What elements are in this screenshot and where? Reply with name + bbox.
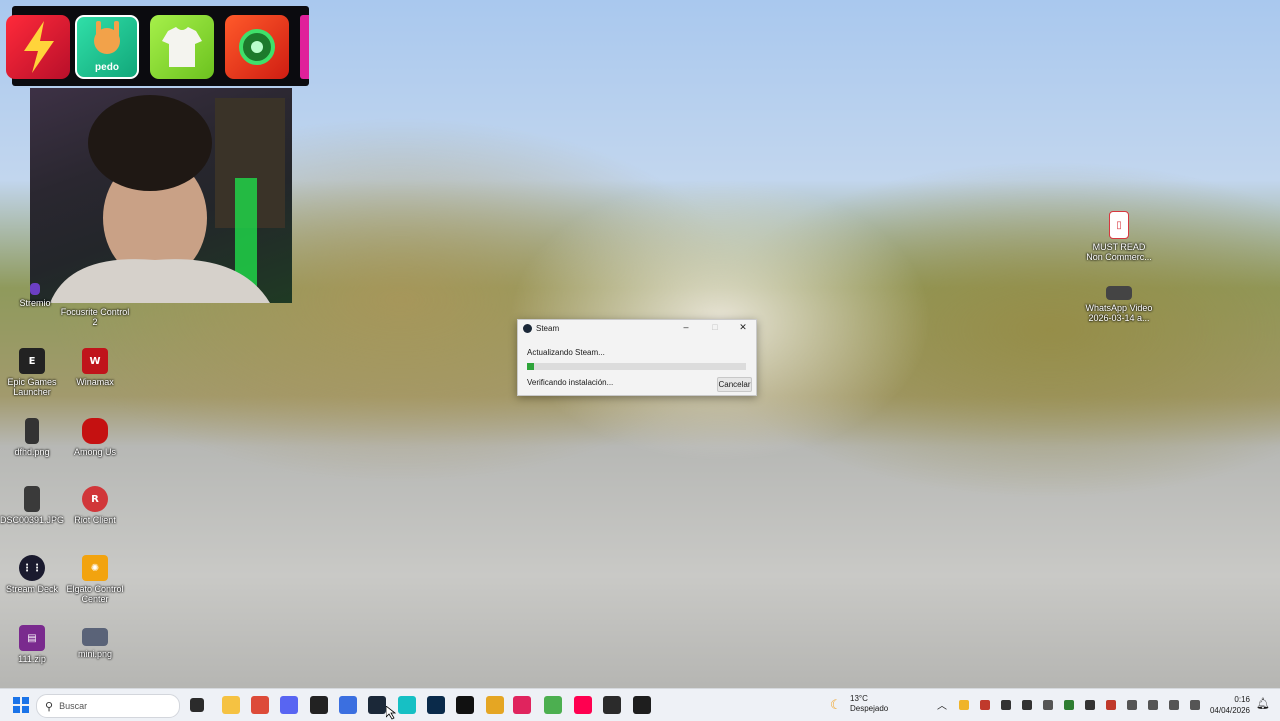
network-icon[interactable] (1127, 700, 1137, 710)
tray-app-icon[interactable] (1085, 700, 1095, 710)
volume-icon[interactable] (1190, 700, 1200, 710)
coin-icon[interactable] (486, 696, 504, 714)
security-icon[interactable] (1043, 700, 1053, 710)
taskbar: ⚲ Buscar ☾ 13°C Despejado ︿ 0:16 04/04/2… (0, 688, 1280, 721)
desktop-icon-mini-png[interactable]: mini.png (60, 628, 130, 659)
task-view-icon[interactable] (190, 698, 204, 712)
tile-label: pedo (95, 62, 119, 73)
desktop-icon-must-read[interactable]: ▯ MUST READ Non Commerc... (1084, 211, 1154, 262)
search-icon: ⚲ (45, 700, 54, 713)
epic-games-icon: E (19, 348, 45, 374)
dialog-title: Steam (536, 323, 560, 333)
green-orb-icon (225, 15, 289, 79)
png-file-icon (82, 628, 108, 646)
tiktok-icon[interactable] (574, 696, 592, 714)
desktop-icon-epic-games[interactable]: E Epic Games Launcher (0, 348, 67, 397)
update-detail: Verificando instalación... (527, 378, 614, 387)
weather-temp: 13°C (850, 694, 868, 703)
discord-icon[interactable] (280, 696, 298, 714)
windows-icon (13, 697, 29, 713)
photo-file-icon (24, 486, 40, 512)
start-button[interactable] (12, 696, 30, 714)
image-file-icon (25, 418, 39, 444)
capcut-alt-icon[interactable] (456, 696, 474, 714)
arc-icon[interactable] (339, 696, 357, 714)
video-file-icon (1106, 286, 1132, 300)
typora-icon[interactable] (513, 696, 531, 714)
photoshop-icon[interactable] (427, 696, 445, 714)
clock-time: 0:16 (1234, 695, 1250, 704)
notification-bell-icon[interactable]: 🔔︎ (1256, 697, 1270, 710)
red-tray-icon[interactable] (980, 700, 990, 710)
close-icon[interactable]: ✕ (736, 322, 750, 333)
stremio-icon (30, 283, 40, 295)
update-status: Actualizando Steam... (527, 348, 605, 357)
desktop-icon-elgato[interactable]: ✺ Elgato Control Center (60, 555, 130, 604)
pdf-file-icon: ▯ (1109, 211, 1129, 239)
rock-hand-icon: pedo (75, 15, 139, 79)
capcut-icon[interactable] (398, 696, 416, 714)
chrome-icon[interactable] (251, 696, 269, 714)
desktop-icon-among-us[interactable]: Among Us (60, 418, 130, 457)
desktop-icon-riot-client[interactable]: R Riot Client (60, 486, 130, 525)
webcam-feed (30, 88, 292, 303)
chevron-up-icon[interactable]: ︿ (937, 697, 947, 712)
focusrite-icon (82, 290, 108, 304)
moon-weather-icon: ☾ (830, 697, 842, 712)
desktop-icon-focusrite[interactable]: Focusrite Control 2 (60, 290, 130, 327)
desktop-icon-111-zip[interactable]: ▤ 111.zip (0, 625, 67, 664)
folder-tray-icon[interactable] (959, 700, 969, 710)
partial-tile (300, 15, 309, 79)
desktop-icon-whatsapp-video[interactable]: WhatsApp Video 2026-03-14 a... (1084, 286, 1154, 323)
desktop-icon-dfhd[interactable]: dfhd.png (0, 418, 67, 457)
lightning-bolt-icon (6, 15, 70, 79)
clock[interactable]: 0:16 04/04/2026 (1208, 694, 1250, 716)
progress-fill (527, 363, 534, 370)
game-icon[interactable] (544, 696, 562, 714)
steam-icon[interactable] (368, 696, 386, 714)
elgato-icon: ✺ (82, 555, 108, 581)
steam-icon (523, 323, 532, 333)
nvidia-icon[interactable] (1064, 700, 1074, 710)
maximize-button: □ (712, 322, 718, 332)
obs-icon[interactable] (603, 696, 621, 714)
desktop-icon-winamax[interactable]: W Winamax (60, 348, 130, 387)
winamax-icon: W (82, 348, 108, 374)
desktop-icon-stream-deck[interactable]: ⋮⋮ Stream Deck (0, 555, 67, 594)
battery-icon[interactable] (1001, 700, 1011, 710)
shield-icon[interactable] (1022, 700, 1032, 710)
desktop-icon-dsc[interactable]: DSC00391.JPG (0, 486, 67, 525)
update-progress-bar (527, 363, 746, 370)
overlay-bar: pedo (6, 6, 309, 86)
tshirt-icon (150, 15, 214, 79)
minimize-button[interactable]: – (679, 322, 693, 332)
search-placeholder: Buscar (59, 701, 88, 711)
mouse-cursor-icon (386, 706, 396, 720)
wifi-icon[interactable] (1169, 700, 1179, 710)
epic-games-icon[interactable] (310, 696, 328, 714)
among-us-icon (82, 418, 108, 444)
winrar-icon: ▤ (19, 625, 45, 651)
file-explorer-icon[interactable] (222, 696, 240, 714)
microphone-icon[interactable] (1148, 700, 1158, 710)
acrobat-icon[interactable] (1106, 700, 1116, 710)
weather-widget[interactable]: 13°C Despejado (850, 694, 888, 714)
clock-date: 04/04/2026 (1209, 706, 1250, 715)
riot-client-icon: R (82, 486, 108, 512)
weather-condition: Despejado (850, 704, 889, 713)
cancel-button[interactable]: Cancelar (717, 377, 752, 392)
steam-update-dialog: Steam – □ ✕ Actualizando Steam... Verifi… (517, 319, 757, 396)
search-box[interactable]: ⚲ Buscar (36, 694, 180, 718)
terminal-icon[interactable] (633, 696, 651, 714)
stream-deck-icon: ⋮⋮ (19, 555, 45, 581)
